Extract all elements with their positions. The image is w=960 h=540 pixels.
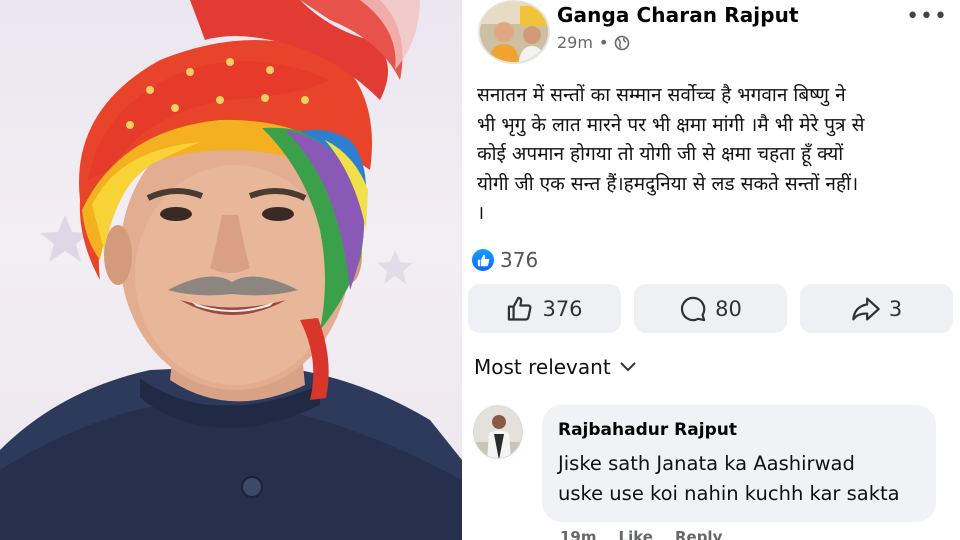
avatar-picture — [480, 2, 548, 62]
commenter-picture — [474, 406, 522, 458]
comment-bubble-icon — [681, 296, 706, 321]
globe-icon — [615, 35, 630, 50]
commenter-name[interactable]: Rajbahadur Rajput — [558, 420, 737, 440]
comment-actions: 19m Like Reply — [560, 528, 722, 540]
portrait-illustration — [0, 0, 462, 540]
comment-like-link[interactable]: Like — [619, 528, 653, 540]
commenter-avatar[interactable] — [473, 405, 523, 459]
like-reaction-icon — [472, 249, 494, 271]
comment-time[interactable]: 19m — [560, 528, 597, 540]
reaction-summary[interactable]: 376 — [472, 248, 538, 272]
like-count: 376 — [542, 296, 583, 321]
post-time[interactable]: 29m — [557, 33, 593, 52]
author-avatar[interactable] — [478, 0, 550, 64]
post-meta: 29m • — [557, 33, 630, 52]
chevron-down-icon — [619, 362, 636, 372]
sort-label: Most relevant — [474, 355, 611, 379]
author-name[interactable]: Ganga Charan Rajput — [557, 3, 799, 27]
comment-reply-link[interactable]: Reply — [675, 528, 722, 540]
share-count: 3 — [888, 296, 903, 321]
post-text: सनातन में सन्तों का सम्मान सर्वोच्च है भ… — [477, 84, 865, 224]
post-panel: Ganga Charan Rajput 29m • ••• सनातन में … — [468, 0, 960, 540]
reaction-count: 376 — [500, 248, 539, 272]
profile-photo — [0, 0, 462, 540]
meta-separator: • — [598, 33, 609, 52]
like-button[interactable]: 376 — [468, 284, 621, 333]
more-options-button[interactable]: ••• — [906, 4, 948, 29]
comment-bubble: Rajbahadur Rajput Jiske sath Janata ka A… — [542, 405, 936, 522]
thumbs-up-icon — [508, 296, 532, 321]
post-header: Ganga Charan Rajput 29m • ••• — [474, 0, 954, 64]
share-button[interactable]: 3 — [800, 284, 953, 333]
comment-count: 80 — [715, 296, 742, 321]
comment-text: Jiske sath Janata ka Aashirwad uske use … — [558, 452, 900, 505]
comment-button[interactable]: 80 — [634, 284, 787, 333]
comment-sort-dropdown[interactable]: Most relevant — [474, 355, 637, 379]
action-row: 376 80 3 — [468, 284, 956, 334]
share-arrow-icon — [852, 297, 880, 320]
